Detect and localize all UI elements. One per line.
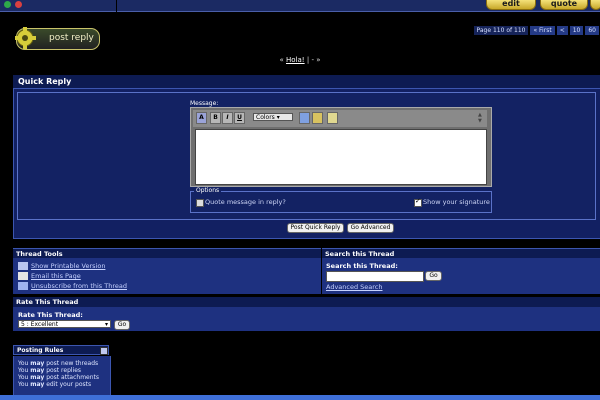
search-thread-input[interactable]: [326, 271, 424, 282]
taskbar: [0, 395, 600, 400]
underline-button[interactable]: U: [234, 112, 245, 124]
rate-thread-title: Rate This Thread: [13, 297, 600, 307]
message-textarea[interactable]: [195, 129, 487, 185]
rule-line: You may edit your posts: [18, 381, 92, 388]
rate-go-button[interactable]: Go: [114, 320, 130, 330]
unsubscribe-icon: [18, 282, 28, 290]
post-quick-reply-button[interactable]: Post Quick Reply: [287, 223, 344, 233]
advanced-search-link[interactable]: Advanced Search: [326, 283, 383, 291]
post-reply-label: post reply: [49, 33, 94, 43]
switch-mode-icon[interactable]: A: [196, 112, 207, 124]
prev-page-link[interactable]: <: [555, 25, 569, 36]
printer-icon: [18, 262, 28, 270]
printable-version-link[interactable]: Show Printable Version: [31, 262, 105, 270]
pagination: Page 110 of 110 « First < 10 60: [472, 25, 600, 36]
thread-tools-title: Thread Tools: [13, 248, 321, 258]
rule-line: You may post replies: [18, 367, 82, 374]
unsubscribe-link[interactable]: Unsubscribe from this Thread: [31, 282, 127, 290]
page-indicator: Page 110 of 110: [472, 25, 530, 36]
search-thread-title: Search this Thread: [322, 248, 600, 258]
extra-button[interactable]: [590, 0, 600, 10]
search-go-button[interactable]: Go: [425, 271, 442, 281]
posting-rules-title: Posting Rules: [13, 345, 109, 355]
quote-option-label: Quote message in reply?: [205, 198, 286, 206]
smiley-icon[interactable]: [327, 112, 338, 124]
rate-thread-label: Rate This Thread:: [18, 311, 83, 319]
thread-nav: « Hola! | - »: [279, 56, 321, 64]
rule-line: You may post attachments: [18, 374, 100, 381]
hola-link[interactable]: Hola!: [286, 56, 305, 64]
quick-reply-title: Quick Reply: [13, 75, 600, 89]
gear-icon: [15, 27, 36, 49]
online-status-icon: [4, 1, 11, 8]
warning-icon: [15, 1, 22, 8]
options-legend: Options: [194, 187, 222, 194]
email-page-link[interactable]: Email this Page: [31, 272, 81, 280]
rating-select[interactable]: 5 : Excellent ▾: [18, 320, 111, 328]
rule-line: You may post new threads: [18, 360, 99, 367]
email-icon: [18, 272, 28, 280]
post-reply-button[interactable]: post reply: [15, 27, 100, 50]
bold-button[interactable]: B: [210, 112, 221, 124]
italic-button[interactable]: I: [222, 112, 233, 124]
checkmark-icon: ✓: [415, 197, 421, 205]
go-advanced-button[interactable]: Go Advanced: [347, 223, 394, 233]
signature-option-label: Show your signature: [423, 198, 490, 206]
resize-arrows-icon[interactable]: ▲ ▼: [478, 112, 482, 124]
search-thread-label: Search this Thread:: [326, 262, 398, 270]
page-link[interactable]: 10: [568, 25, 585, 36]
message-label: Message:: [190, 100, 219, 107]
quote-button[interactable]: quote: [540, 0, 588, 10]
colors-select[interactable]: Colors ▾: [253, 113, 293, 121]
first-page-link[interactable]: « First: [529, 25, 556, 36]
image-icon[interactable]: [312, 112, 323, 124]
page-link[interactable]: 60: [584, 25, 600, 36]
quote-checkbox[interactable]: [196, 199, 204, 207]
link-icon[interactable]: [299, 112, 310, 124]
edit-button[interactable]: edit: [486, 0, 536, 10]
collapse-icon[interactable]: [100, 347, 108, 355]
